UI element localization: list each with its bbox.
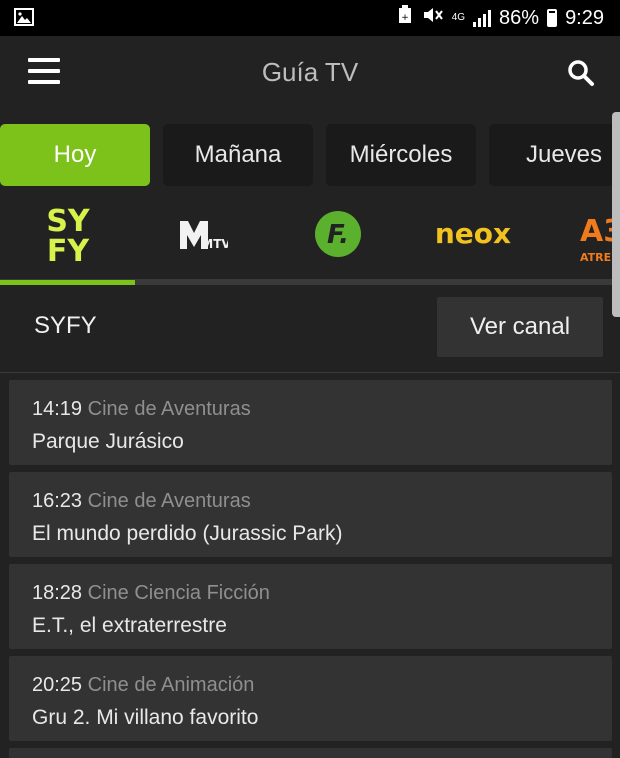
channel-factoria[interactable]: F.: [270, 190, 405, 278]
program-item[interactable]: 20:25 Cine de Animación Gru 2. Mi villan…: [9, 656, 612, 741]
mtv-logo-text: MTV: [201, 237, 228, 251]
channel-header: SYFY Ver canal: [0, 286, 620, 373]
program-meta: 20:25 Cine de Animación: [32, 674, 254, 697]
program-item[interactable]: 16:23 Cine de Aventuras El mundo perdido…: [9, 472, 612, 557]
neox-logo-text: neox: [434, 219, 510, 249]
signal-icon: [473, 9, 492, 27]
battery-percent: 86%: [499, 6, 540, 29]
channel-selected-indicator: [0, 280, 135, 285]
tab-miercoles[interactable]: Miércoles: [326, 124, 476, 186]
ver-canal-button[interactable]: Ver canal: [437, 297, 603, 357]
program-time: 20:25: [32, 674, 83, 696]
channel-a3[interactable]: A3 ATRES: [540, 190, 620, 278]
program-item[interactable]: 18:28 Cine Ciencia Ficción E.T., el extr…: [9, 564, 612, 649]
program-item[interactable]: 14:19 Cine de Aventuras Parque Jurásico: [9, 380, 612, 465]
app-bar: Guía TV: [0, 36, 620, 108]
channel-neox[interactable]: neox: [405, 190, 540, 278]
neox-logo: neox: [434, 219, 510, 249]
program-genre: Cine de Animación: [87, 674, 255, 696]
syfy-logo-line2: FY: [46, 234, 89, 265]
search-icon[interactable]: [566, 58, 596, 88]
program-title: El mundo perdido (Jurassic Park): [32, 522, 343, 545]
svg-text:+: +: [401, 13, 409, 23]
program-genre: Cine de Aventuras: [87, 398, 251, 420]
battery-icon: [547, 9, 558, 27]
tab-jueves[interactable]: Jueves: [489, 124, 620, 186]
program-genre: Cine Ciencia Ficción: [87, 582, 270, 604]
program-time: 14:19: [32, 398, 83, 420]
tab-manana[interactable]: Mañana: [163, 124, 313, 186]
program-meta: 14:19 Cine de Aventuras: [32, 398, 251, 421]
syfy-logo: SY FY: [46, 204, 91, 265]
mtv-logo: MTV: [179, 221, 228, 251]
program-meta: 16:23 Cine de Aventuras: [32, 490, 251, 513]
factoria-logo-text: F.: [327, 220, 349, 250]
clock: 9:29: [565, 6, 604, 29]
mute-icon: [422, 5, 444, 31]
channel-name: SYFY: [34, 312, 97, 339]
program-item-partial[interactable]: [9, 748, 612, 758]
channel-mtv[interactable]: MTV: [135, 190, 270, 278]
program-title: Parque Jurásico: [32, 430, 184, 453]
channel-carousel: SY FY MTV F. neox A3 ATRES: [0, 190, 620, 282]
page-title: Guía TV: [261, 57, 359, 87]
status-bar: + 4G 86% 9:29: [0, 0, 620, 36]
day-tabs: Hoy Mañana Miércoles Jueves: [0, 124, 620, 186]
network-type-label: 4G: [451, 12, 466, 23]
program-meta: 18:28 Cine Ciencia Ficción: [32, 582, 270, 605]
factoria-logo: F.: [314, 211, 361, 257]
tab-hoy[interactable]: Hoy: [0, 124, 150, 186]
program-title: Gru 2. Mi villano favorito: [32, 706, 259, 729]
program-title: E.T., el extraterrestre: [32, 614, 227, 637]
program-genre: Cine de Aventuras: [87, 490, 251, 512]
program-time: 16:23: [32, 490, 83, 512]
data-saver-icon: +: [396, 5, 414, 31]
image-notification-icon: [14, 8, 34, 26]
program-time: 18:28: [32, 582, 83, 604]
a3-logo: A3 ATRES: [580, 214, 620, 264]
channel-syfy[interactable]: SY FY: [0, 190, 135, 278]
